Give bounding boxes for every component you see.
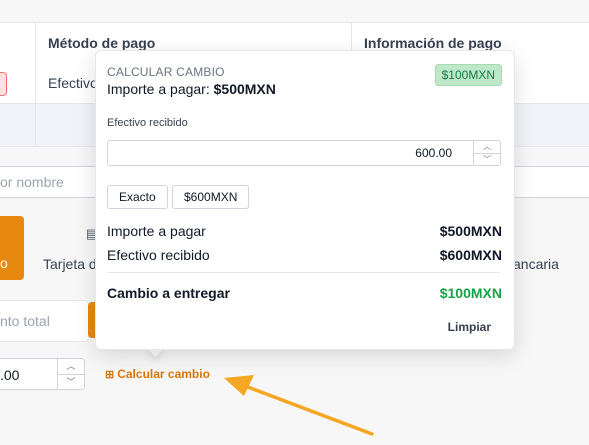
arrow-head [224,375,254,396]
arrow-shaft [243,384,374,436]
annotation-arrow [224,375,374,436]
